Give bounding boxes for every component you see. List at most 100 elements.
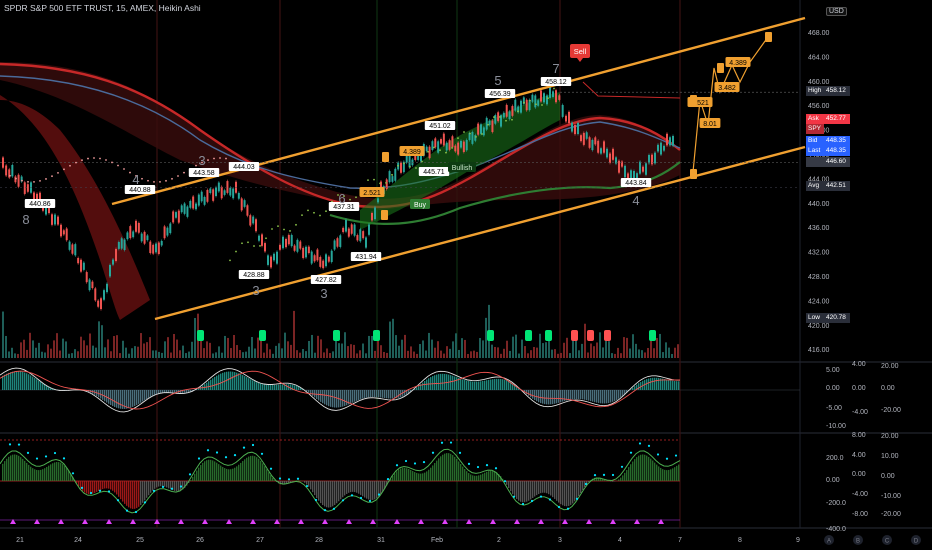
osc2-dot [251,443,255,447]
volume-bar [257,337,259,358]
volume-bar [404,334,406,358]
osc1-bar [264,384,266,390]
osc1-bar [164,390,166,393]
osc2-dot [62,457,66,460]
osc1-bar [450,375,452,390]
osc2-bar [420,473,422,481]
candle-body [226,181,229,193]
time-axis-label: 3 [558,537,562,544]
candle-body [365,237,367,248]
osc2-bar [526,481,528,502]
trail-dot [27,180,29,183]
trail-dot [147,179,149,182]
last-tag-label: Last [808,147,821,154]
volume-bar [17,353,19,358]
osc2-bar [362,481,364,497]
osc2-bar [416,472,418,481]
trail-dot [517,110,519,113]
volume-bar [38,342,40,358]
close-tag: 446.60 [806,157,850,167]
osc1-bar [14,371,16,390]
osc2-bar [204,461,206,481]
volume-bar [662,352,664,358]
osc2-bar [506,481,508,485]
volume-bar [668,347,670,358]
osc2-bar [272,477,274,481]
osc2-bar [538,481,540,494]
volume-bar [20,342,22,358]
osc2-bar [336,481,338,504]
signal-marker [587,330,594,341]
osc2-bar [240,462,242,481]
trail-dot [195,164,197,167]
candle-body [477,123,480,135]
osc2-bar [152,481,154,491]
trail-dot [241,242,243,245]
candle-body [451,136,454,148]
trail-dot [9,174,11,177]
chart-window[interactable]: 440.86 440.88 443.58 444.03 428.88 437.31 427.… [0,0,932,550]
osc1-bar [432,376,434,390]
candle-body [290,234,293,247]
osc2-bar [226,468,228,481]
osc2-bar [660,467,662,481]
osc2-dot [377,493,381,496]
volume-bar [65,341,67,358]
osc1-bar [466,380,468,390]
osc1-bar [488,379,490,390]
trail-dot [229,259,231,262]
osc2-bar [354,481,356,493]
osc1-bar [530,390,532,398]
volume-bar [167,337,169,358]
volume-bar [269,349,271,358]
candle-body [657,144,659,152]
osc2-dot [557,505,561,509]
candle-body [325,254,327,267]
candle-body [672,135,674,146]
osc1-bar [168,390,170,393]
wave-label: 3 [198,153,205,168]
osc2-dot [521,502,525,506]
osc2-bar [664,469,666,481]
volume-bar [179,350,181,358]
volume-bar [278,343,280,358]
price-axis-tick: 436.00 [808,225,830,232]
signal-marker [604,330,611,341]
volume-bar [407,350,409,358]
osc2-bar [530,481,532,500]
osc2-bar [610,481,612,482]
osc1-bar [508,381,510,390]
time-axis-label: 2 [497,537,501,544]
osc2-dot [305,484,309,488]
osc1-bar [330,390,332,407]
volume-bar [581,343,583,358]
osc1-bar [266,384,268,390]
osc2-dot [107,490,111,493]
osc2-bar [202,462,204,481]
osc2-axis-mid: 8.00 [852,432,866,439]
osc2-bar [224,468,226,481]
volume-bar [620,353,622,358]
osc2-bar [208,459,210,481]
osc1-bar [556,390,558,404]
candle-body [437,141,440,153]
volume-bar [2,311,4,358]
osc1-bar [460,378,462,390]
chart-canvas[interactable]: 440.86440.88443.58444.03428.88437.31427.… [0,0,932,550]
volume-bar [368,335,370,358]
osc1-bar [272,385,274,390]
trail-dot [247,241,249,244]
candle-body [203,196,206,205]
osc1-bar [242,375,244,390]
osc2-bar [260,460,262,481]
candle-body [462,141,465,152]
osc2-bar [472,475,474,481]
osc1-bar [140,390,142,403]
osc2-bar [16,454,18,481]
currency-button[interactable]: USD [826,7,847,16]
volume-bar [281,348,283,358]
osc2-dot [197,457,201,460]
candle-body [666,133,668,146]
candle-body [152,244,155,254]
volume-bar [47,344,49,358]
